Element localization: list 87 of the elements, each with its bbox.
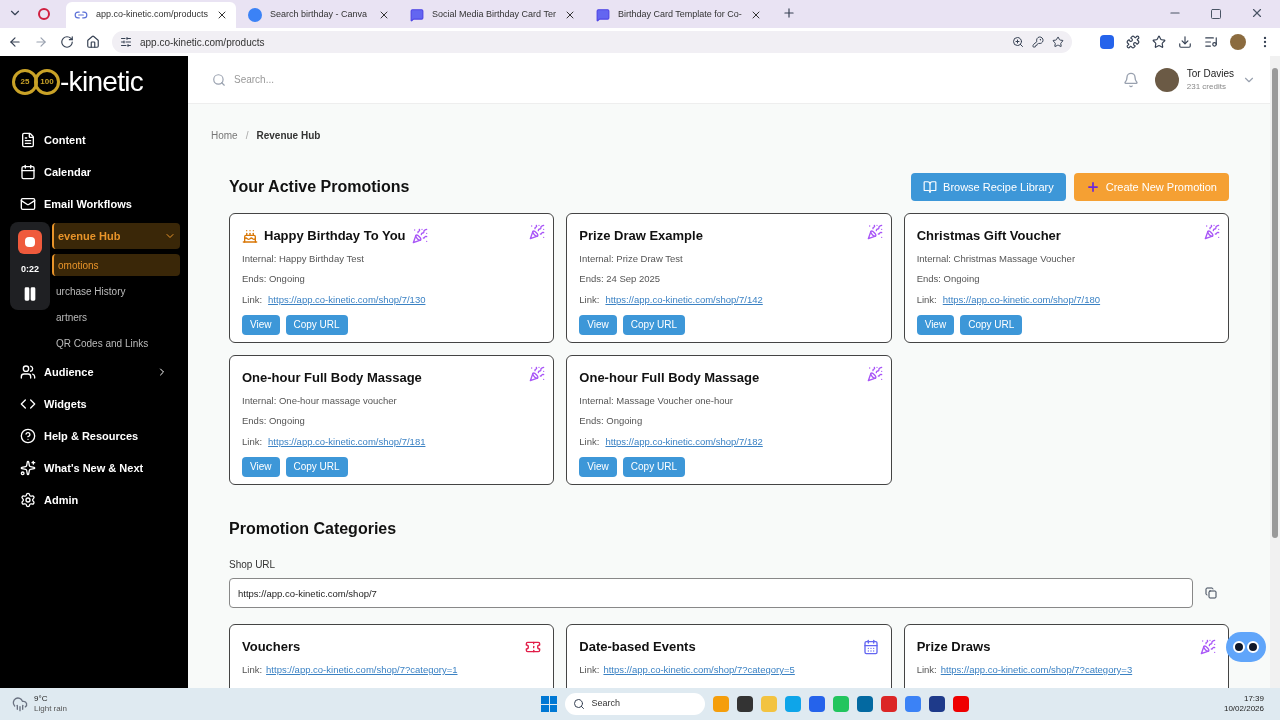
nav-item[interactable]: Widgets [8,391,180,417]
copy-url-button[interactable]: Copy URL [622,314,685,335]
breadcrumb-link[interactable]: Home [211,128,238,143]
shop-url-field[interactable]: https://app.co-kinetic.com/shop/7 [229,578,1193,608]
view-button[interactable]: View [579,314,617,335]
url-text: app.co-kinetic.com/products [140,35,266,50]
link-label: Link: [242,663,263,677]
category-link[interactable]: https://app.co-kinetic.com/shop/7?category=1 [266,663,458,678]
clock-time: 17:39 [1243,694,1264,704]
internal-name: Internal: Massage Voucher one-hour [579,394,734,408]
copy-url-button[interactable]: Copy URL [285,314,348,335]
tab-title: Search birthday - Canva [270,8,369,22]
promotion-link[interactable]: https://app.co-kinetic.com/shop/7/142 [605,292,763,307]
internal-name: Internal: Prize Draw Test [579,252,684,266]
nav-item[interactable]: Calendar [8,159,180,185]
weather-condition: Light rain [34,704,67,714]
logo-text: -kinetic [60,68,144,96]
temperature: 9°C [34,694,49,704]
promotion-link[interactable]: https://app.co-kinetic.com/shop/7/181 [268,434,426,449]
link-label: Link: [242,292,263,307]
browser-tab[interactable]: Social Media Birthday Card Ter [402,2,584,28]
browser-tab[interactable]: Search birthday - Canva [240,2,399,28]
link-label: Link: [579,292,600,307]
end-date: Ends: Ongoing [242,272,306,287]
promotion-title: One-hour Full Body Massage [579,369,760,388]
copy-url-button[interactable]: Copy URL [622,456,685,477]
nav-item[interactable]: Audience [8,359,180,385]
taskbar-search[interactable]: Search [565,693,706,715]
end-date: Ends: Ongoing [579,414,644,429]
view-button[interactable]: View [242,314,280,335]
tab-title: Social Media Birthday Card Ter [432,8,556,22]
link-label: Link: [916,292,937,307]
category-link[interactable]: https://app.co-kinetic.com/shop/7?category=3 [940,663,1133,678]
view-button[interactable]: View [916,314,955,335]
promotion-link[interactable]: https://app.co-kinetic.com/shop/7/180 [942,292,1101,307]
nav-item[interactable]: Email Workflows [8,191,180,217]
copy-url-button[interactable]: Copy URL [285,456,348,477]
nav-item[interactable]: Admin [8,487,180,513]
end-date: Ends: 24 Sep 2025 [579,272,662,287]
logo-badge: 100 [34,69,60,95]
promotion-link[interactable]: https://app.co-kinetic.com/shop/7/182 [605,434,763,449]
copy-url-button[interactable]: Copy URL [960,314,1023,335]
internal-name: Internal: One-hour massage voucher [242,394,398,408]
link-label: Link: [579,663,600,677]
link-label: Link: [579,434,600,449]
user-name: Tor Davies [1186,67,1234,81]
field-label: Shop URL [229,558,277,572]
nav-subitem[interactable]: QR Codes and Links [52,332,180,354]
section-heading: Promotion Categories [229,519,398,539]
promotion-title: Christmas Gift Voucher [916,227,1061,246]
category-title: Vouchers [242,638,301,657]
link-label: Link: [242,434,263,449]
search-field[interactable]: Search... [234,72,1123,87]
promotion-link[interactable]: https://app.co-kinetic.com/shop/7/130 [268,292,426,307]
category-title: Date-based Events [579,638,696,657]
nav-subitem[interactable]: omotions [52,254,180,276]
promotion-title: One-hour Full Body Massage [242,369,422,388]
clock-date: 10/02/2026 [1223,704,1264,714]
link-label: Link: [916,663,937,677]
category-link[interactable]: https://app.co-kinetic.com/shop/7?category=5 [603,663,795,678]
view-button[interactable]: View [579,456,617,477]
view-button[interactable]: View [242,456,280,477]
promotion-title: Happy Birthday To You [264,227,406,246]
promotion-title: Prize Draw Example [579,227,703,246]
browse-library-button[interactable]: Browse Recipe Library [911,173,1066,201]
nav-item[interactable]: Help & Resources [8,423,180,449]
end-date: Ends: Ongoing [242,414,306,429]
nav-subitem[interactable]: urchase History [52,280,180,302]
tab-title: app.co-kinetic.com/products [96,8,209,22]
category-title: Prize Draws [916,638,991,657]
nav-item[interactable]: evenue Hub [52,223,180,249]
breadcrumb-current: Revenue Hub [256,129,321,143]
user-credits: 231 credits [1186,81,1227,93]
address-bar[interactable]: app.co-kinetic.com/products [112,31,1072,53]
logo-badge: 25 [12,69,38,95]
section-heading: Your Active Promotions [229,177,411,197]
nav-item[interactable]: What's New & Next [8,455,180,481]
browser-tab[interactable]: Birthday Card Template for Co- [587,2,770,28]
nav-subitem[interactable]: artners [52,306,180,328]
end-date: Ends: Ongoing [916,272,981,287]
breadcrumb-separator: / [245,129,249,143]
internal-name: Internal: Christmas Massage Voucher [916,252,1077,266]
nav-item[interactable]: Content [8,127,180,153]
tab-title: Birthday Card Template for Co- [617,8,742,22]
internal-name: Internal: Happy Birthday Test [242,252,365,266]
recording-time: 0:22 [21,263,39,277]
browser-tab[interactable]: app.co-kinetic.com/products [66,2,237,28]
